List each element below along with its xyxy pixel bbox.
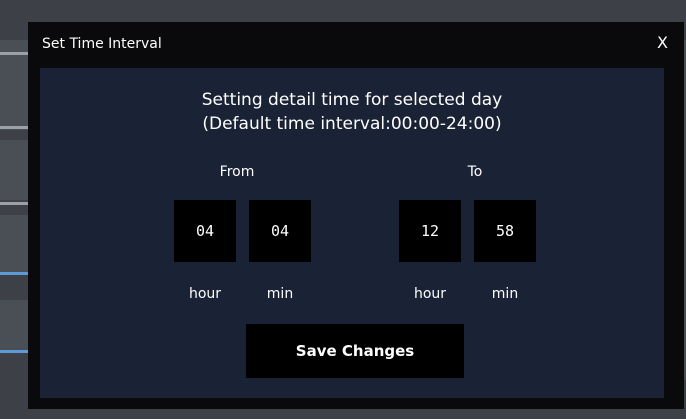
to-min-input[interactable]: 58 [474,200,536,262]
heading-line-1: Setting detail time for selected day [201,90,503,110]
from-min-label: min [266,286,294,302]
background-divider [0,52,30,55]
background-panel [0,300,30,350]
to-min-label: min [491,286,519,302]
from-min-input[interactable]: 04 [249,200,311,262]
dialog-titlebar: Set Time Interval X [28,22,684,66]
to-hour-input[interactable]: 12 [399,200,461,262]
dialog-content: Setting detail time for selected day (De… [40,68,664,398]
close-button[interactable]: X [657,33,668,53]
to-hour-label: hour [413,286,447,302]
set-time-interval-dialog: Set Time Interval X Setting detail time … [28,22,684,409]
background-divider [0,272,30,275]
background-panel [0,215,30,275]
background-panel [0,140,30,200]
heading-line-2: (Default time interval:00:00-24:00) [202,114,502,134]
from-hour-input[interactable]: 04 [174,200,236,262]
from-hour-label: hour [188,286,222,302]
background-divider [0,350,30,353]
to-label: To [467,164,483,180]
from-label: From [219,164,255,180]
dialog-title: Set Time Interval [42,36,162,52]
background-divider [0,202,30,205]
save-changes-button[interactable]: Save Changes [246,324,464,378]
background-divider [0,126,30,129]
